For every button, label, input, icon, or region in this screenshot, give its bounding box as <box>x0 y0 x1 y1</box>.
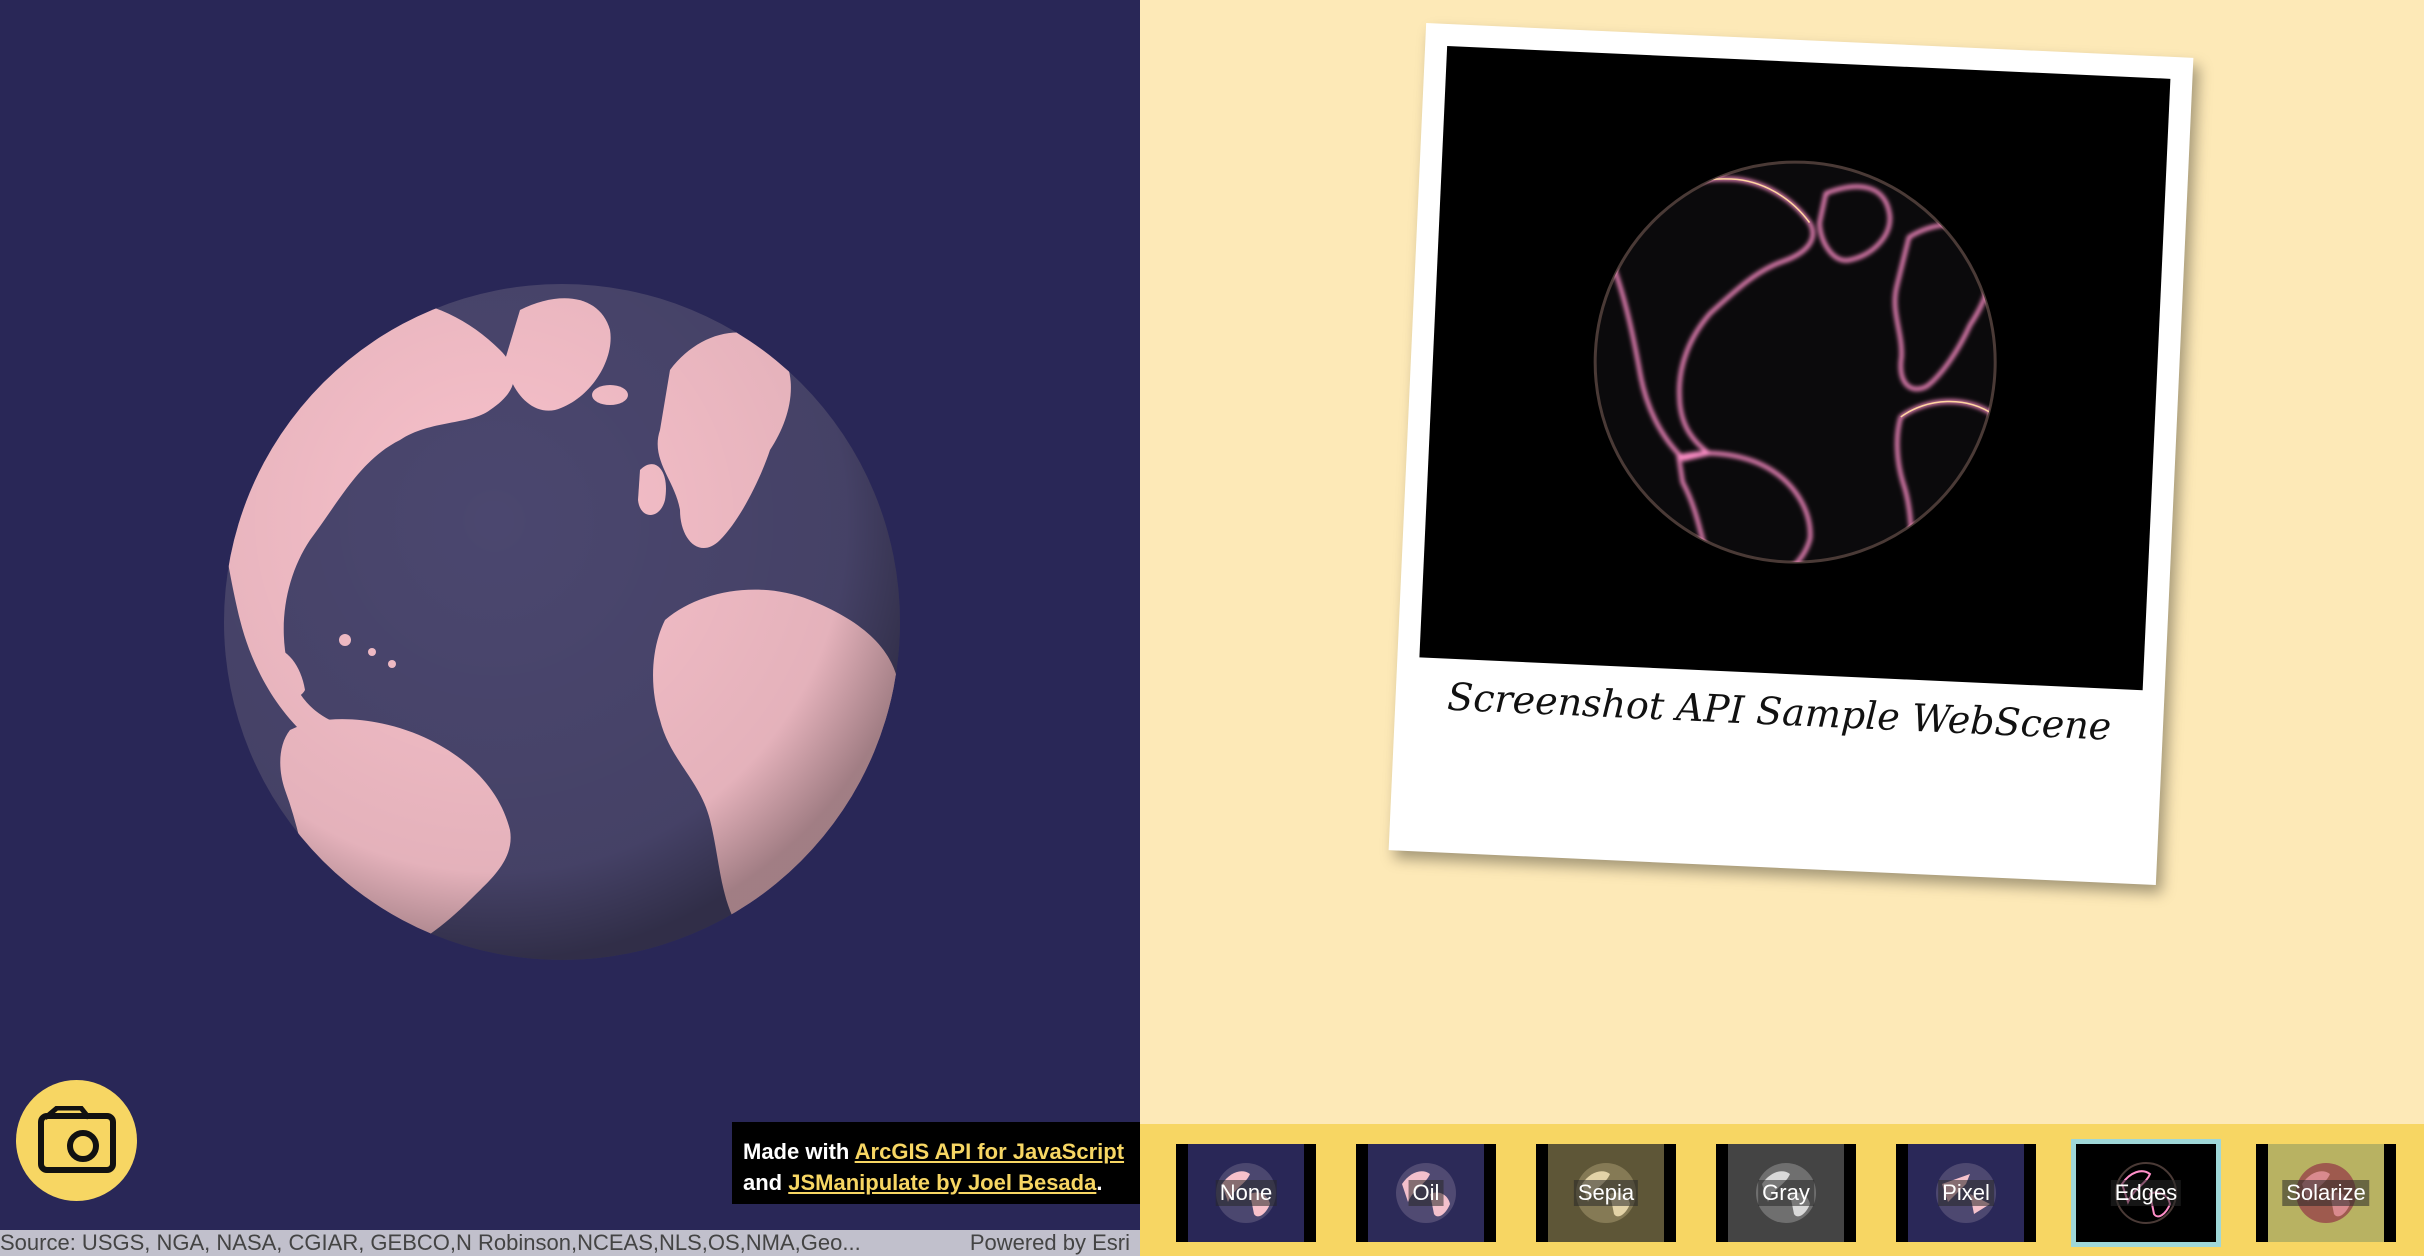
credits-text: Made with <box>743 1139 855 1164</box>
filter-none-label: None <box>1215 1180 1277 1206</box>
filter-edges-label: Edges <box>2110 1180 2182 1206</box>
screenshot-image <box>1419 45 2171 691</box>
camera-icon <box>37 1105 116 1173</box>
filter-pixel[interactable]: Pixel <box>1896 1144 2036 1242</box>
arcgis-link[interactable]: ArcGIS API for JavaScript <box>855 1139 1124 1164</box>
scene-view[interactable]: Made with ArcGIS API for JavaScript and … <box>0 0 1140 1256</box>
filter-none[interactable]: None <box>1176 1144 1316 1242</box>
filter-oil[interactable]: Oil <box>1356 1144 1496 1242</box>
attribution-bar: Source: USGS, NGA, NASA, CGIAR, GEBCO,N … <box>0 1230 1140 1256</box>
filter-sepia-label: Sepia <box>1573 1180 1639 1206</box>
edges-globe-image <box>1593 160 2005 571</box>
filter-edges[interactable]: Edges <box>2071 1139 2221 1247</box>
filter-solarize[interactable]: Solarize <box>2256 1144 2396 1242</box>
globe[interactable] <box>0 0 1140 1256</box>
filter-gray-label: Gray <box>1758 1180 1814 1206</box>
credits-and-text: and <box>743 1170 789 1195</box>
filter-pixel-label: Pixel <box>1938 1180 1994 1206</box>
credits-panel: Made with ArcGIS API for JavaScript and … <box>732 1122 1140 1204</box>
screenshot-polaroid: Screenshot API Sample WebScene <box>1388 23 2194 885</box>
filter-bar: None Oil Sepia Gray Pixel Edges Solarize <box>1140 1124 2424 1256</box>
attribution-source[interactable]: Source: USGS, NGA, NASA, CGIAR, GEBCO,N … <box>0 1230 930 1256</box>
take-screenshot-button[interactable] <box>16 1080 137 1201</box>
filter-gray[interactable]: Gray <box>1716 1144 1856 1242</box>
filter-sepia[interactable]: Sepia <box>1536 1144 1676 1242</box>
filter-oil-label: Oil <box>1408 1180 1444 1206</box>
filter-solarize-label: Solarize <box>2282 1180 2370 1206</box>
jsmanipulate-link[interactable]: JSManipulate by Joel Besada <box>788 1170 1096 1195</box>
credits-period: . <box>1096 1170 1103 1195</box>
powered-by-esri[interactable]: Powered by Esri <box>970 1230 1130 1256</box>
